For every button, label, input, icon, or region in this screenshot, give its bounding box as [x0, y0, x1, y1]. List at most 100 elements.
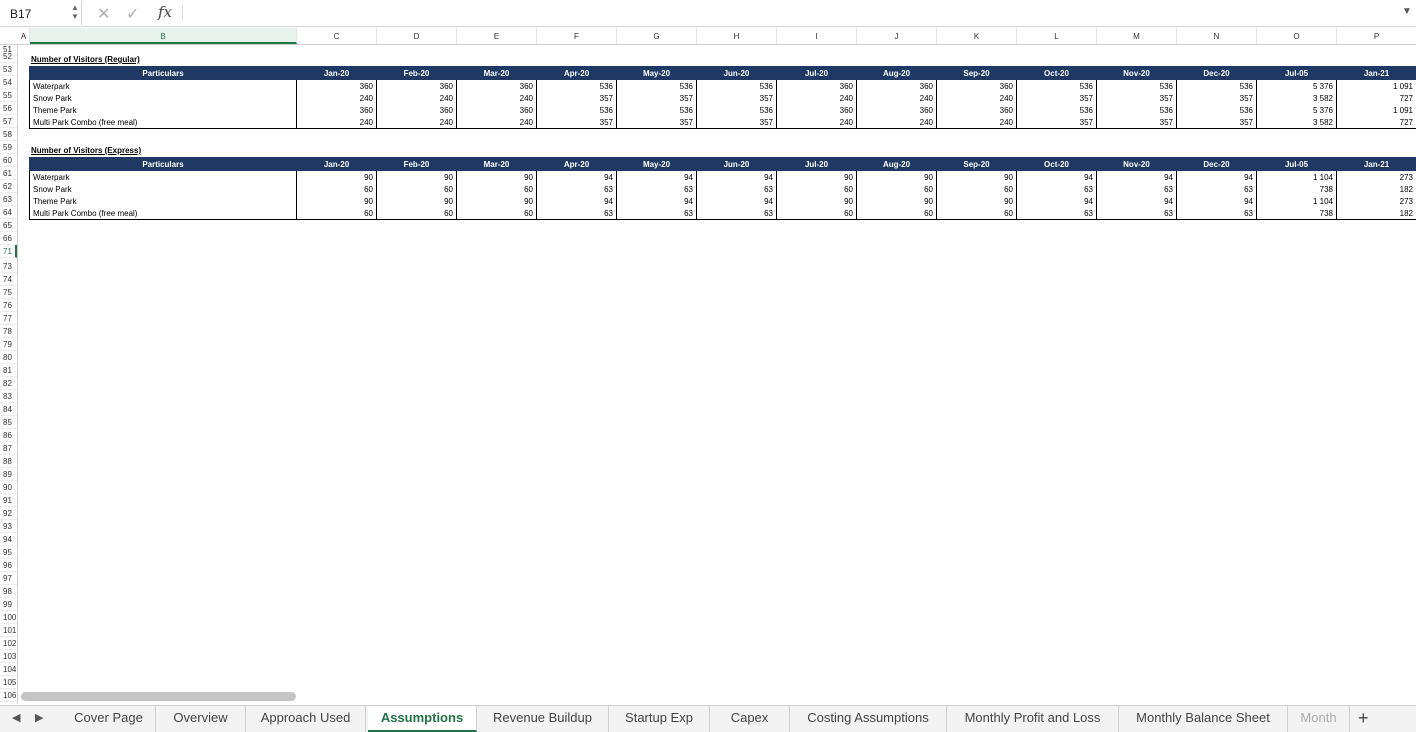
- row-label-cell[interactable]: Theme Park: [29, 104, 297, 116]
- value-cell[interactable]: 90: [456, 195, 537, 207]
- row-header-85[interactable]: 85: [0, 416, 17, 429]
- value-cell[interactable]: 360: [296, 104, 377, 116]
- row-header-52[interactable]: 52: [0, 50, 17, 63]
- value-cell[interactable]: 63: [1016, 207, 1097, 220]
- value-cell[interactable]: 357: [536, 92, 617, 104]
- column-header-n[interactable]: N: [1177, 28, 1257, 44]
- row-label-cell[interactable]: Snow Park: [29, 183, 297, 195]
- value-cell[interactable]: 94: [1096, 170, 1177, 183]
- row-header-54[interactable]: 54: [0, 76, 17, 89]
- value-cell[interactable]: 63: [696, 183, 777, 195]
- row-header-53[interactable]: 53: [0, 63, 17, 76]
- row-header-94[interactable]: 94: [0, 533, 17, 546]
- sheet-tab-overview[interactable]: Overview: [156, 706, 246, 732]
- row-label-cell[interactable]: Snow Park: [29, 92, 297, 104]
- value-cell[interactable]: 360: [376, 79, 457, 92]
- column-header-o[interactable]: O: [1257, 28, 1337, 44]
- sheet-tab-startup-exp[interactable]: Startup Exp: [609, 706, 710, 732]
- value-cell[interactable]: 94: [1176, 195, 1257, 207]
- value-cell[interactable]: 536: [1176, 79, 1257, 92]
- sheet-tab-assumptions[interactable]: Assumptions: [368, 706, 477, 732]
- row-header-91[interactable]: 91: [0, 494, 17, 507]
- value-cell[interactable]: 60: [856, 207, 937, 220]
- value-cell[interactable]: 90: [776, 195, 857, 207]
- row-header-78[interactable]: 78: [0, 325, 17, 338]
- row-header-92[interactable]: 92: [0, 507, 17, 520]
- row-header-71[interactable]: 71: [0, 245, 17, 258]
- row-header-83[interactable]: 83: [0, 390, 17, 403]
- value-cell[interactable]: 63: [1016, 183, 1097, 195]
- sheet-tab-costing-assumptions[interactable]: Costing Assumptions: [790, 706, 947, 732]
- row-header-77[interactable]: 77: [0, 312, 17, 325]
- value-cell[interactable]: 94: [696, 195, 777, 207]
- row-label-cell[interactable]: Waterpark: [29, 79, 297, 92]
- value-cell[interactable]: 90: [296, 195, 377, 207]
- column-header-d[interactable]: D: [377, 28, 457, 44]
- value-cell[interactable]: 536: [1096, 79, 1177, 92]
- value-cell[interactable]: 357: [1016, 92, 1097, 104]
- column-header-e[interactable]: E: [457, 28, 537, 44]
- value-cell[interactable]: 94: [1016, 170, 1097, 183]
- row-header-90[interactable]: 90: [0, 481, 17, 494]
- sheet-tab-capex[interactable]: Capex: [710, 706, 790, 732]
- row-header-64[interactable]: 64: [0, 206, 17, 219]
- value-cell[interactable]: 357: [1176, 116, 1257, 129]
- row-header-93[interactable]: 93: [0, 520, 17, 533]
- row-header-74[interactable]: 74: [0, 273, 17, 286]
- row-header-96[interactable]: 96: [0, 559, 17, 572]
- cancel-icon[interactable]: ✕: [97, 4, 110, 24]
- value-cell[interactable]: 5 376: [1256, 79, 1337, 92]
- row-header-98[interactable]: 98: [0, 585, 17, 598]
- value-cell[interactable]: 738: [1256, 207, 1337, 220]
- value-cell[interactable]: 60: [856, 183, 937, 195]
- value-cell[interactable]: 357: [616, 92, 697, 104]
- column-header-l[interactable]: L: [1017, 28, 1097, 44]
- row-header-61[interactable]: 61: [0, 167, 17, 180]
- value-cell[interactable]: 94: [1096, 195, 1177, 207]
- value-cell[interactable]: 90: [776, 170, 857, 183]
- row-header-75[interactable]: 75: [0, 286, 17, 299]
- sheet-tab-month[interactable]: Month: [1288, 706, 1350, 732]
- value-cell[interactable]: 357: [616, 116, 697, 129]
- row-header-89[interactable]: 89: [0, 468, 17, 481]
- row-header-100[interactable]: 100: [0, 611, 17, 624]
- column-header-h[interactable]: H: [697, 28, 777, 44]
- value-cell[interactable]: 60: [456, 207, 537, 220]
- value-cell[interactable]: 727: [1336, 92, 1416, 104]
- row-header-55[interactable]: 55: [0, 89, 17, 102]
- value-cell[interactable]: 240: [456, 116, 537, 129]
- add-sheet-icon[interactable]: +: [1358, 708, 1369, 729]
- value-cell[interactable]: 360: [296, 79, 377, 92]
- value-cell[interactable]: 3 582: [1256, 92, 1337, 104]
- row-header-59[interactable]: 59: [0, 141, 17, 154]
- formula-input[interactable]: [190, 6, 1390, 22]
- column-header-f[interactable]: F: [537, 28, 617, 44]
- value-cell[interactable]: 536: [536, 79, 617, 92]
- value-cell[interactable]: 94: [696, 170, 777, 183]
- row-header-79[interactable]: 79: [0, 338, 17, 351]
- value-cell[interactable]: 60: [776, 207, 857, 220]
- row-header-56[interactable]: 56: [0, 102, 17, 115]
- sheet-grid[interactable]: Number of Visitors (Regular) Particulars…: [18, 45, 1416, 697]
- row-header-65[interactable]: 65: [0, 219, 17, 232]
- value-cell[interactable]: 60: [376, 183, 457, 195]
- value-cell[interactable]: 240: [296, 116, 377, 129]
- value-cell[interactable]: 360: [856, 104, 937, 116]
- value-cell[interactable]: 536: [616, 104, 697, 116]
- column-header-p[interactable]: P: [1337, 28, 1416, 44]
- row-label-cell[interactable]: Multi Park Combo (free meal): [29, 207, 297, 220]
- value-cell[interactable]: 1 091: [1336, 79, 1416, 92]
- row-header-66[interactable]: 66: [0, 232, 17, 245]
- value-cell[interactable]: 738: [1256, 183, 1337, 195]
- value-cell[interactable]: 360: [456, 79, 537, 92]
- value-cell[interactable]: 240: [776, 92, 857, 104]
- value-cell[interactable]: 60: [296, 183, 377, 195]
- value-cell[interactable]: 357: [696, 116, 777, 129]
- value-cell[interactable]: 357: [1096, 116, 1177, 129]
- name-box-dropdown-icon[interactable]: ▲ ▼: [70, 3, 80, 23]
- row-header-81[interactable]: 81: [0, 364, 17, 377]
- confirm-icon[interactable]: ✓: [126, 4, 139, 24]
- value-cell[interactable]: 360: [856, 79, 937, 92]
- value-cell[interactable]: 60: [456, 183, 537, 195]
- row-header-95[interactable]: 95: [0, 546, 17, 559]
